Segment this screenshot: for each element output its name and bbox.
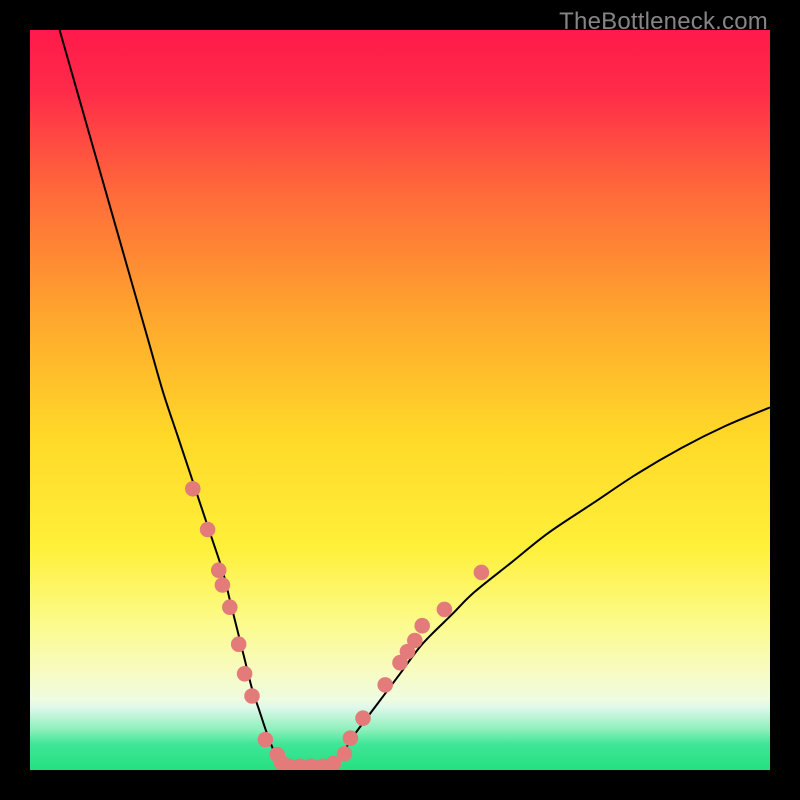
scatter-point xyxy=(337,746,353,762)
scatter-point xyxy=(258,732,274,748)
plot-area xyxy=(30,30,770,770)
scatter-point xyxy=(437,602,453,618)
scatter-point xyxy=(185,481,201,497)
scatter-point xyxy=(215,577,231,593)
scatter-points xyxy=(185,481,489,770)
scatter-point xyxy=(414,618,430,634)
scatter-point xyxy=(211,562,227,578)
curve-layer xyxy=(30,30,770,770)
scatter-point xyxy=(200,522,216,538)
chart-container: TheBottleneck.com xyxy=(0,0,800,800)
scatter-point xyxy=(474,565,490,581)
bottleneck-curve xyxy=(60,30,770,770)
scatter-point xyxy=(237,666,253,682)
scatter-point xyxy=(343,730,359,746)
scatter-point xyxy=(231,636,247,652)
scatter-point xyxy=(377,677,393,693)
scatter-point xyxy=(407,633,423,649)
scatter-point xyxy=(222,599,238,615)
scatter-point xyxy=(244,688,260,704)
scatter-point xyxy=(355,710,371,726)
